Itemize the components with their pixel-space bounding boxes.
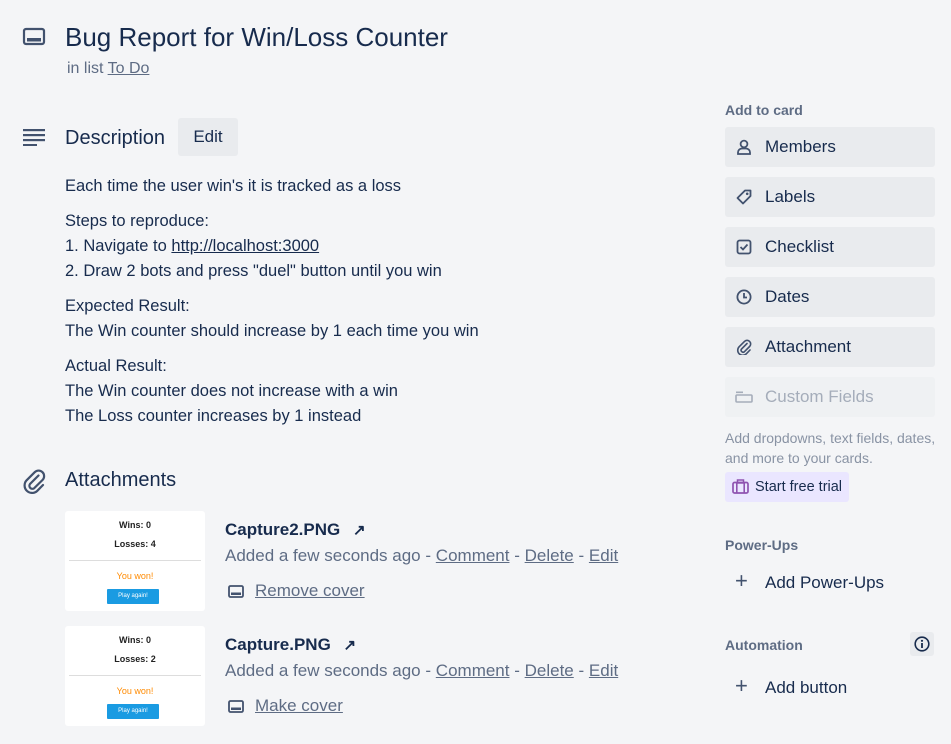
attachment-added: Added a few seconds ago — [225, 546, 421, 565]
edit-description-button[interactable]: Edit — [178, 118, 238, 156]
expected-heading: Expected Result: — [65, 297, 190, 315]
attachment-thumbnail[interactable]: Wins: 0 Losses: 4 You won! Play again! — [65, 511, 205, 611]
custom-fields-help: Add dropdowns, text fields, dates, and m… — [725, 430, 936, 466]
attachment-name[interactable]: Capture2.PNG ↗ — [225, 520, 366, 540]
attachment-meta: Added a few seconds ago - Comment - Dele… — [225, 546, 618, 566]
remove-cover-link[interactable]: Remove cover — [255, 581, 365, 601]
expected-text: The Win counter should increase by 1 eac… — [65, 322, 479, 340]
plus-icon: + — [735, 568, 748, 593]
add-to-card-label: Add to card — [725, 102, 803, 118]
thumb-divider — [69, 675, 201, 676]
cover-icon — [228, 585, 244, 598]
cover-icon — [228, 700, 244, 713]
dates-button[interactable]: Dates — [725, 277, 935, 317]
add-button-label: Add button — [765, 678, 848, 697]
steps-block: Steps to reproduce: 1. Navigate to http:… — [65, 209, 665, 284]
in-list-prefix: in list — [67, 60, 104, 77]
checkbox-icon — [736, 239, 752, 255]
card-icon — [22, 27, 46, 46]
dates-label: Dates — [765, 287, 810, 306]
tag-icon — [736, 189, 752, 205]
custom-fields-label: Custom Fields — [765, 387, 874, 406]
meta-separator: - — [425, 661, 432, 680]
card-title[interactable]: Bug Report for Win/Loss Counter — [65, 20, 448, 54]
meta-separator: - — [514, 546, 520, 565]
start-free-trial-label: Start free trial — [755, 479, 843, 495]
meta-separator: - — [425, 546, 432, 565]
attachments-title: Attachments — [65, 469, 177, 491]
custom-fields-button[interactable]: Custom Fields — [725, 377, 935, 417]
fields-icon — [735, 391, 753, 403]
paperclip-icon — [23, 469, 46, 494]
attachment-name-text[interactable]: Capture.PNG — [225, 635, 331, 654]
plus-icon: + — [735, 673, 748, 698]
checklist-label: Checklist — [765, 237, 834, 256]
actual-line-1: The Win counter does not increase with a… — [65, 382, 398, 400]
members-label: Members — [765, 137, 836, 156]
add-button-button[interactable]: + Add button — [725, 668, 935, 708]
paperclip-icon — [736, 339, 752, 355]
attachment-added: Added a few seconds ago — [225, 661, 421, 680]
checklist-button[interactable]: Checklist — [725, 227, 935, 267]
attachment-label: Attachment — [765, 337, 851, 356]
powerups-label: Power-Ups — [725, 537, 799, 553]
labels-button[interactable]: Labels — [725, 177, 935, 217]
thumb-play-button: Play again! — [107, 589, 159, 604]
attachment-thumbnail[interactable]: Wins: 0 Losses: 2 You won! Play again! — [65, 626, 205, 726]
description-title: Description — [65, 127, 166, 149]
list-location: in list To Do — [67, 60, 149, 78]
expected-block: Expected Result: The Win counter should … — [65, 294, 665, 344]
attachment-button[interactable]: Attachment — [725, 327, 935, 367]
meta-separator: - — [578, 546, 585, 565]
automation-label: Automation — [725, 637, 803, 653]
thumb-losses: Losses: 4 — [114, 539, 156, 549]
external-link-icon[interactable]: ↗ — [353, 522, 366, 539]
actual-line-2: The Loss counter increases by 1 instead — [65, 407, 362, 425]
actual-heading: Actual Result: — [65, 357, 167, 375]
automation-info-button[interactable] — [910, 632, 934, 656]
steps-heading: Steps to reproduce: — [65, 212, 210, 230]
edit-link[interactable]: Edit — [589, 661, 618, 680]
external-link-icon[interactable]: ↗ — [344, 637, 357, 654]
add-powerups-label: Add Power-Ups — [765, 573, 885, 592]
description-icon — [23, 129, 45, 146]
comment-link[interactable]: Comment — [436, 661, 510, 680]
add-powerups-button[interactable]: + Add Power-Ups — [725, 563, 935, 603]
thumb-won: You won! — [116, 686, 154, 696]
list-link[interactable]: To Do — [108, 60, 150, 77]
thumb-wins: Wins: 0 — [119, 635, 151, 645]
info-icon — [914, 636, 930, 652]
thumb-play-button: Play again! — [107, 704, 159, 719]
actual-block: Actual Result: The Win counter does not … — [65, 354, 665, 429]
description-line: Each time the user win's it is tracked a… — [65, 177, 402, 195]
clock-icon — [736, 289, 752, 305]
briefcase-icon — [732, 479, 749, 494]
labels-label: Labels — [765, 187, 816, 206]
thumb-divider — [69, 560, 201, 561]
meta-separator: - — [578, 661, 585, 680]
localhost-link[interactable]: http://localhost:3000 — [171, 237, 319, 255]
thumb-losses: Losses: 2 — [114, 654, 156, 664]
attachment-meta: Added a few seconds ago - Comment - Dele… — [225, 661, 618, 681]
attachment-name[interactable]: Capture.PNG ↗ — [225, 635, 356, 655]
delete-link[interactable]: Delete — [525, 546, 574, 565]
edit-link[interactable]: Edit — [589, 546, 618, 565]
person-icon — [737, 139, 751, 155]
description-body[interactable]: Each time the user win's it is tracked a… — [65, 174, 665, 439]
attachment-name-text[interactable]: Capture2.PNG — [225, 520, 340, 539]
delete-link[interactable]: Delete — [525, 661, 574, 680]
step-1-text: 1. Navigate to — [65, 237, 172, 255]
step-2-text: 2. Draw 2 bots and press "duel" button u… — [65, 262, 442, 280]
comment-link[interactable]: Comment — [436, 546, 510, 565]
members-button[interactable]: Members — [725, 127, 935, 167]
thumb-wins: Wins: 0 — [119, 520, 151, 530]
meta-separator: - — [514, 661, 520, 680]
make-cover-link[interactable]: Make cover — [255, 696, 343, 716]
start-free-trial-button[interactable]: Start free trial — [725, 472, 849, 502]
thumb-won: You won! — [116, 571, 154, 581]
